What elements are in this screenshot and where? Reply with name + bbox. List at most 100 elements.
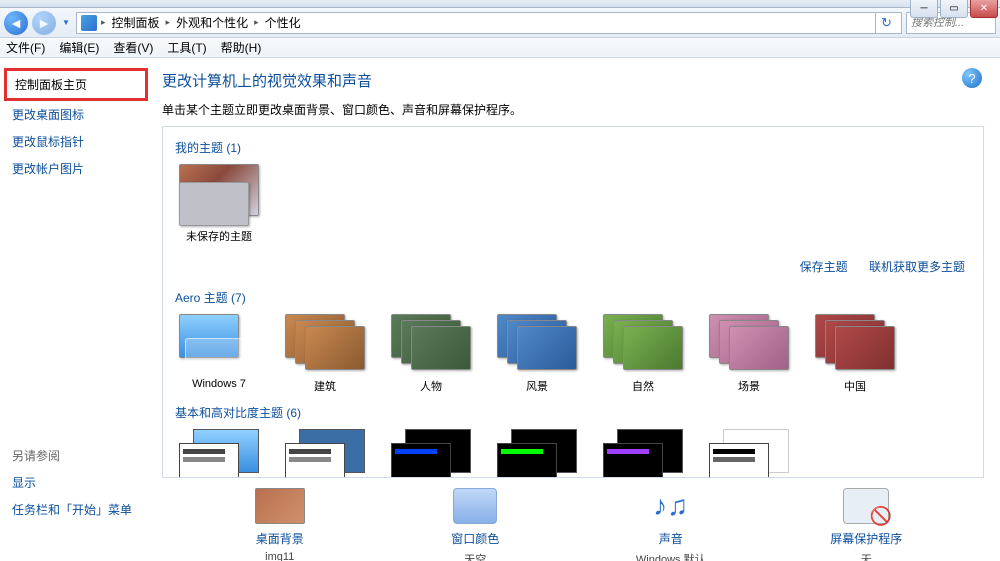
group-head-basic: 基本和高对比度主题 (6) [175,404,971,421]
theme-action-links: 保存主题 联机获取更多主题 [175,254,971,285]
footer-value: img11 [265,551,294,561]
nav-back-button[interactable]: ◄ [4,11,28,35]
theme-item-hc2[interactable]: 高对比度 #2 [493,429,581,478]
minimize-button[interactable]: ─ [910,0,938,18]
breadcrumb-item[interactable]: 外观和个性化 [174,14,250,31]
footer-value: 无 [861,551,872,561]
theme-thumbnail [285,429,365,478]
theme-item-w7-basic[interactable]: Windows 7 Basic [175,429,263,478]
theme-item-architecture[interactable]: 建筑 [281,314,369,394]
menu-edit[interactable]: 编辑(E) [59,39,99,56]
theme-label: 建筑 [314,378,336,394]
menu-help[interactable]: 帮助(H) [221,39,262,56]
footer-window-color[interactable]: 窗口颜色 天空 [415,486,535,561]
sidebar-link-display[interactable]: 显示 [4,469,148,496]
page-subtitle: 单击某个主题立即更改桌面背景、窗口颜色、声音和屏幕保护程序。 [162,101,984,118]
menu-tools[interactable]: 工具(T) [167,39,206,56]
titlebar [0,0,1000,8]
theme-thumbnail [603,314,683,374]
window-color-icon [449,486,501,526]
theme-item-classic[interactable]: Windows 经典 [281,429,369,478]
settings-footer: 桌面背景 img11 窗口颜色 天空 ♪♫ 声音 Windows 默认 屏幕保护… [162,478,984,561]
screensaver-icon [840,486,892,526]
theme-item-hc-black[interactable]: 高对比黑色 [599,429,687,478]
maximize-button[interactable]: ▭ [940,0,968,18]
theme-item-unsaved[interactable]: 未保存的主题 [175,164,263,244]
menu-bar: 文件(F) 编辑(E) 查看(V) 工具(T) 帮助(H) [0,38,1000,58]
theme-thumbnail [285,314,365,374]
sidebar-link-account-picture[interactable]: 更改帐户图片 [4,155,148,182]
group-head-aero: Aero 主题 (7) [175,289,971,306]
footer-label: 桌面背景 [256,530,304,547]
theme-thumbnail [179,164,259,224]
theme-item-nature[interactable]: 自然 [599,314,687,394]
theme-item-characters[interactable]: 人物 [387,314,475,394]
sidebar: 控制面板主页 更改桌面图标 更改鼠标指针 更改帐户图片 另请参阅 显示 任务栏和… [0,58,152,561]
chevron-right-icon: ▸ [101,17,106,28]
group-head-count: (1) [226,141,241,155]
refresh-icon[interactable]: ↻ [875,12,897,34]
theme-item-landscape[interactable]: 风景 [493,314,581,394]
group-head-count: (6) [286,406,301,420]
control-panel-icon [81,15,97,31]
content-area: ? 更改计算机上的视觉效果和声音 单击某个主题立即更改桌面背景、窗口颜色、声音和… [152,58,1000,561]
footer-value: Windows 默认 [636,551,706,561]
menu-view[interactable]: 查看(V) [113,39,153,56]
group-head-my-themes: 我的主题 (1) [175,139,971,156]
theme-thumbnail [179,429,259,478]
chevron-right-icon: ▸ [254,17,259,28]
desktop-background-icon [254,486,306,526]
help-icon[interactable]: ? [962,68,982,88]
sidebar-seealso-head: 另请参阅 [4,442,148,469]
theme-item-hc-white[interactable]: 高对比白色 [705,429,793,478]
theme-label: Windows 7 [192,378,246,390]
theme-label: 风景 [526,378,548,394]
theme-thumbnail [391,314,471,374]
sidebar-link-home[interactable]: 控制面板主页 [4,68,148,101]
save-theme-link[interactable]: 保存主题 [800,260,848,274]
theme-item-windows7[interactable]: Windows 7 [175,314,263,394]
footer-label: 窗口颜色 [451,530,499,547]
sidebar-link-desktop-icons[interactable]: 更改桌面图标 [4,101,148,128]
group-head-count: (7) [231,291,246,305]
footer-label: 屏幕保护程序 [830,530,902,547]
group-head-label: 基本和高对比度主题 [175,406,283,420]
theme-label: 人物 [420,378,442,394]
footer-label: 声音 [659,530,683,547]
theme-item-china[interactable]: 中国 [811,314,899,394]
nav-forward-button[interactable]: ► [32,11,56,35]
theme-thumbnail [603,429,683,478]
address-bar: ◄ ► ▼ ▸ 控制面板 ▸ 外观和个性化 ▸ 个性化 ↻ [0,8,1000,38]
theme-label: 中国 [844,378,866,394]
chevron-right-icon: ▸ [166,17,171,28]
theme-item-hc1[interactable]: 高对比度 #1 [387,429,475,478]
page-title: 更改计算机上的视觉效果和声音 [162,70,984,91]
theme-thumbnail [391,429,471,478]
sidebar-link-mouse-pointer[interactable]: 更改鼠标指针 [4,128,148,155]
window-controls: ─ ▭ ✕ [910,0,998,18]
sidebar-link-taskbar[interactable]: 任务栏和「开始」菜单 [4,496,148,523]
menu-file[interactable]: 文件(F) [6,39,45,56]
theme-thumbnail [497,314,577,374]
group-head-label: Aero 主题 [175,291,228,305]
breadcrumb-item[interactable]: 控制面板 [110,14,162,31]
theme-thumbnail [179,314,259,374]
theme-label: 未保存的主题 [186,228,252,244]
theme-label: 自然 [632,378,654,394]
breadcrumb-item[interactable]: 个性化 [263,14,303,31]
nav-history-dropdown[interactable]: ▼ [60,11,72,35]
footer-desktop-background[interactable]: 桌面背景 img11 [220,486,340,561]
group-head-label: 我的主题 [175,141,223,155]
close-button[interactable]: ✕ [970,0,998,18]
breadcrumb[interactable]: ▸ 控制面板 ▸ 外观和个性化 ▸ 个性化 ↻ [76,12,902,34]
get-more-themes-link[interactable]: 联机获取更多主题 [869,260,965,274]
theme-thumbnail [709,429,789,478]
theme-thumbnail [815,314,895,374]
footer-sound[interactable]: ♪♫ 声音 Windows 默认 [611,486,731,561]
theme-label: 场景 [738,378,760,394]
themes-scroll-panel[interactable]: 我的主题 (1) 未保存的主题 保存主题 联机获取更多主题 Aero 主题 (7… [162,126,984,478]
search-input[interactable] [911,17,991,29]
theme-thumbnail [709,314,789,374]
footer-screensaver[interactable]: 屏幕保护程序 无 [806,486,926,561]
theme-item-scene[interactable]: 场景 [705,314,793,394]
